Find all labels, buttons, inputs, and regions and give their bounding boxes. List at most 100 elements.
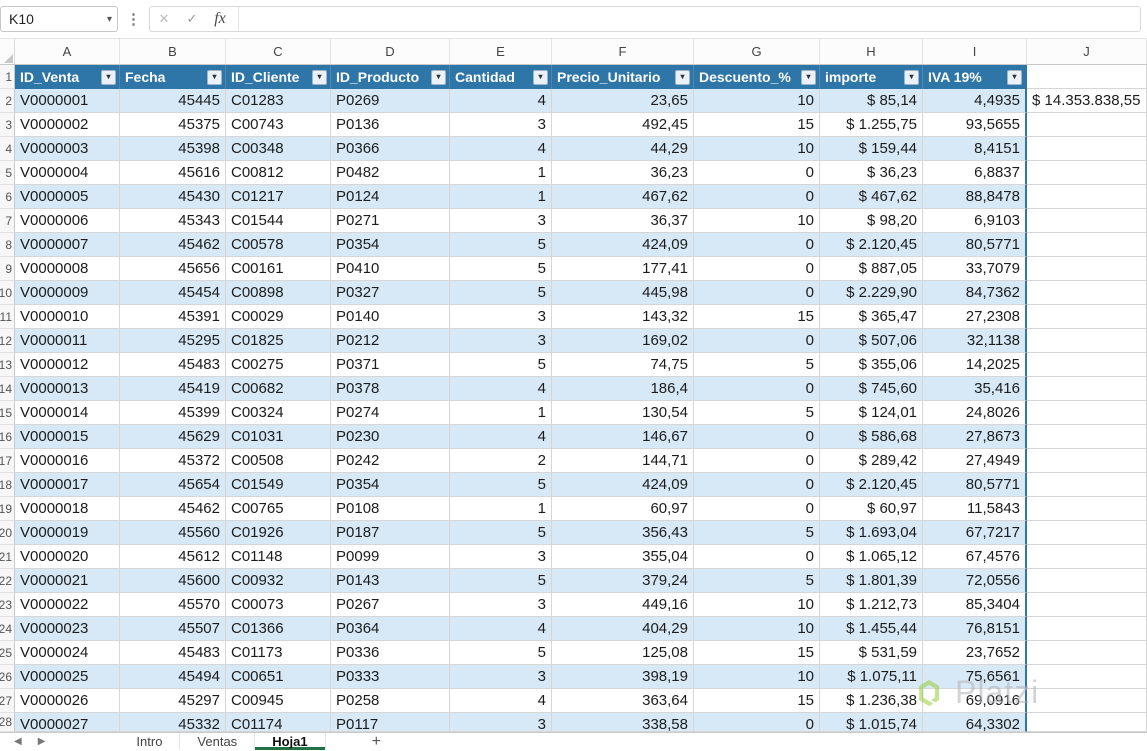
cell-A15[interactable]: V0000014 [15,401,120,425]
cell-G21[interactable]: 0 [694,545,820,569]
sheet-tab-hoja1[interactable]: Hoja1 [255,733,326,750]
cell-I10[interactable]: 84,7362 [923,281,1027,305]
cell-E9[interactable]: 5 [450,257,552,281]
cell-I5[interactable]: 6,8837 [923,161,1027,185]
cell-C11[interactable]: C00029 [226,305,331,329]
cell-G12[interactable]: 0 [694,329,820,353]
cell-A6[interactable]: V0000005 [15,185,120,209]
cell-I25[interactable]: 23,7652 [923,641,1027,665]
table-header-id-cliente[interactable]: ID_Cliente ▾ [226,65,331,89]
cell-E8[interactable]: 5 [450,233,552,257]
cell-J15[interactable] [1027,401,1147,425]
cell-G27[interactable]: 15 [694,689,820,713]
cell-A23[interactable]: V0000022 [15,593,120,617]
cell-H14[interactable]: $ 745,60 [820,377,923,401]
cell-E27[interactable]: 4 [450,689,552,713]
row-header-27[interactable]: 27 [0,689,15,713]
cell-C23[interactable]: C00073 [226,593,331,617]
cell-E2[interactable]: 4 [450,89,552,113]
cell-F14[interactable]: 186,4 [552,377,694,401]
cell-J24[interactable] [1027,617,1147,641]
cell-H5[interactable]: $ 36,23 [820,161,923,185]
next-sheet-icon[interactable]: ▶ [38,736,46,747]
column-header-A[interactable]: A [15,39,120,64]
cell-A28[interactable]: V0000027 [15,713,120,732]
cell-F12[interactable]: 169,02 [552,329,694,353]
cell-C7[interactable]: C01544 [226,209,331,233]
cell-F16[interactable]: 146,67 [552,425,694,449]
cell-E23[interactable]: 3 [450,593,552,617]
cell-I4[interactable]: 8,4151 [923,137,1027,161]
cell-D7[interactable]: P0271 [331,209,450,233]
cell-B11[interactable]: 45391 [120,305,226,329]
cell-B24[interactable]: 45507 [120,617,226,641]
cell-E11[interactable]: 3 [450,305,552,329]
row-header-16[interactable]: 16 [0,425,15,449]
cell-E21[interactable]: 3 [450,545,552,569]
table-header-iva-19-[interactable]: IVA 19% ▾ [923,65,1027,89]
cell-I24[interactable]: 76,8151 [923,617,1027,641]
cell-B22[interactable]: 45600 [120,569,226,593]
filter-button[interactable]: ▾ [207,69,222,85]
cell-C19[interactable]: C00765 [226,497,331,521]
cell-J10[interactable] [1027,281,1147,305]
row-header-22[interactable]: 22 [0,569,15,593]
cell-I6[interactable]: 88,8478 [923,185,1027,209]
cell-A25[interactable]: V0000024 [15,641,120,665]
cell-I9[interactable]: 33,7079 [923,257,1027,281]
cell-J11[interactable] [1027,305,1147,329]
cell-B9[interactable]: 45656 [120,257,226,281]
cell-G16[interactable]: 0 [694,425,820,449]
cell-J4[interactable] [1027,137,1147,161]
cell-A7[interactable]: V0000006 [15,209,120,233]
cell-B15[interactable]: 45399 [120,401,226,425]
column-header-F[interactable]: F [552,39,694,64]
cell-F28[interactable]: 338,58 [552,713,694,732]
cell-I2[interactable]: 4,4935 [923,89,1027,113]
cell-G24[interactable]: 10 [694,617,820,641]
cell-J20[interactable] [1027,521,1147,545]
cell-H28[interactable]: $ 1.015,74 [820,713,923,732]
add-sheet-button[interactable]: + [362,733,391,750]
cell-H15[interactable]: $ 124,01 [820,401,923,425]
cell-H9[interactable]: $ 887,05 [820,257,923,281]
cell-J12[interactable] [1027,329,1147,353]
cell-J14[interactable] [1027,377,1147,401]
cell-D25[interactable]: P0336 [331,641,450,665]
cell-B7[interactable]: 45343 [120,209,226,233]
row-header-25[interactable]: 25 [0,641,15,665]
cell-H10[interactable]: $ 2.229,90 [820,281,923,305]
row-header-10[interactable]: 10 [0,281,15,305]
cell-E13[interactable]: 5 [450,353,552,377]
cell-I14[interactable]: 35,416 [923,377,1027,401]
cell-A5[interactable]: V0000004 [15,161,120,185]
cell-G18[interactable]: 0 [694,473,820,497]
cell-D11[interactable]: P0140 [331,305,450,329]
cell-H2[interactable]: $ 85,14 [820,89,923,113]
cell-F4[interactable]: 44,29 [552,137,694,161]
cell-B21[interactable]: 45612 [120,545,226,569]
cell-G11[interactable]: 15 [694,305,820,329]
cell-E6[interactable]: 1 [450,185,552,209]
row-header-17[interactable]: 17 [0,449,15,473]
cell-A14[interactable]: V0000013 [15,377,120,401]
cell-F17[interactable]: 144,71 [552,449,694,473]
cell-A19[interactable]: V0000018 [15,497,120,521]
enter-icon[interactable]: ✓ [178,7,206,31]
cell-H13[interactable]: $ 355,06 [820,353,923,377]
cell-G7[interactable]: 10 [694,209,820,233]
cell-E3[interactable]: 3 [450,113,552,137]
cell-J6[interactable] [1027,185,1147,209]
cell-A26[interactable]: V0000025 [15,665,120,689]
cell-C2[interactable]: C01283 [226,89,331,113]
cell-J22[interactable] [1027,569,1147,593]
cell-B16[interactable]: 45629 [120,425,226,449]
cell-G8[interactable]: 0 [694,233,820,257]
cell-C6[interactable]: C01217 [226,185,331,209]
cell-B4[interactable]: 45398 [120,137,226,161]
cell-B12[interactable]: 45295 [120,329,226,353]
cancel-icon[interactable]: ✕ [150,7,178,31]
cell-I27[interactable]: 69,0916 [923,689,1027,713]
column-header-I[interactable]: I [923,39,1027,64]
cell-I18[interactable]: 80,5771 [923,473,1027,497]
